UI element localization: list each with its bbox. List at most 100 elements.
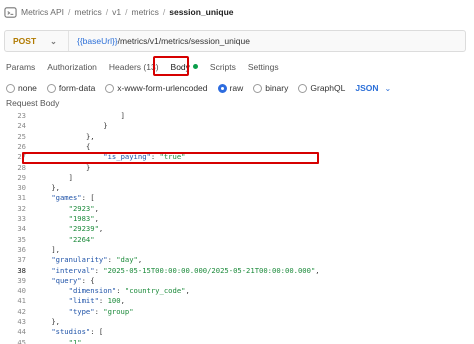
line-number: 26 xyxy=(17,141,26,151)
line-number: 45 xyxy=(17,337,26,344)
code-text: "studios": [ xyxy=(51,327,104,337)
line-number: 30 xyxy=(17,183,26,193)
code-text: "limit": 100, xyxy=(68,296,125,306)
url-input[interactable]: {{baseUrl}}/metrics/v1/metrics/session_u… xyxy=(69,36,250,46)
code-text: "1", xyxy=(68,337,86,344)
code-line: 36], xyxy=(0,245,474,255)
code-text: "interval": "2025-05-15T00:00:00.000/202… xyxy=(51,265,320,275)
tab-authorization[interactable]: Authorization xyxy=(47,62,97,72)
breadcrumb-item-metrics-api[interactable]: Metrics API xyxy=(21,7,64,17)
code-text: "query": { xyxy=(51,275,95,285)
radio-circle-icon xyxy=(253,83,263,93)
line-number: 24 xyxy=(17,121,26,131)
breadcrumb-separator: / xyxy=(67,7,71,17)
code-editor[interactable]: 23] 24} 25}, 26{27 "is_paying": "true" 28} 29]… xyxy=(0,110,474,344)
tab-params[interactable]: Params xyxy=(6,62,35,72)
breadcrumb-item-metrics-folder[interactable]: metrics xyxy=(131,7,158,17)
code-text: "1983", xyxy=(68,214,99,223)
code-text: "games": [ xyxy=(51,193,95,203)
api-collection-icon xyxy=(4,6,17,18)
code-line: 34 "29239", xyxy=(0,224,474,234)
code-text: "29239", xyxy=(68,224,104,234)
line-number: 35 xyxy=(17,234,26,244)
radio-raw[interactable]: raw xyxy=(217,83,244,93)
url-path: /metrics/v1/metrics/session_unique xyxy=(117,36,250,46)
format-select[interactable]: JSON ⌄ xyxy=(355,83,391,93)
line-number: 34 xyxy=(17,224,26,234)
modified-dot-icon xyxy=(192,64,198,69)
breadcrumb-item-metrics[interactable]: metrics xyxy=(74,7,101,17)
chevron-down-icon: ⌄ xyxy=(50,36,57,46)
radio-graphql[interactable]: GraphQL xyxy=(298,83,345,93)
radio-none-label: none xyxy=(18,83,37,93)
code-text: } xyxy=(85,162,91,172)
tab-scripts[interactable]: Scripts xyxy=(210,62,236,72)
radio-form-data[interactable]: form-data xyxy=(46,83,96,93)
breadcrumb-item-v1[interactable]: v1 xyxy=(112,7,121,17)
code-line: 45 "1", xyxy=(0,338,474,344)
radio-none[interactable]: none xyxy=(6,83,37,93)
radio-circle-icon xyxy=(46,83,56,93)
line-number: 39 xyxy=(17,275,26,285)
code-text: } xyxy=(103,121,108,131)
code-text: "granularity": "day", xyxy=(51,255,143,265)
body-tab-highlight-box xyxy=(153,56,189,76)
code-line: 44 "studios": [ xyxy=(0,327,474,337)
breadcrumb-current: session_unique xyxy=(169,7,234,17)
code-line: 23] xyxy=(0,111,474,121)
radio-circle-icon xyxy=(298,83,308,93)
radio-raw-label: raw xyxy=(229,83,244,93)
tab-settings[interactable]: Settings xyxy=(248,62,279,72)
code-line: 39 "query": { xyxy=(0,276,474,286)
line-number: 23 xyxy=(17,111,26,120)
line-number: 31 xyxy=(17,193,26,203)
tab-headers[interactable]: Headers (13) xyxy=(109,62,159,72)
radio-selected-icon xyxy=(217,83,227,93)
line-number: 28 xyxy=(17,162,26,172)
radio-binary[interactable]: binary xyxy=(253,83,288,93)
code-line: 33 "1983", xyxy=(0,214,474,224)
radio-urlencoded[interactable]: x-www-form-urlencoded xyxy=(105,83,208,93)
radio-binary-label: binary xyxy=(265,83,289,93)
code-text: "dimension": "country_code", xyxy=(68,286,190,296)
code-line: 42 "type": "group" xyxy=(0,307,474,317)
radio-form-data-label: form-data xyxy=(58,83,96,93)
radio-graphql-label: GraphQL xyxy=(310,83,346,93)
chevron-down-icon: ⌄ xyxy=(384,83,392,93)
code-line: 41 "limit": 100, xyxy=(0,296,474,306)
breadcrumb-separator: / xyxy=(105,7,109,17)
code-text: ], xyxy=(51,244,60,254)
method-select[interactable]: POST ⌄ xyxy=(5,31,69,51)
request-tabs: Params Authorization Headers (13) Body S… xyxy=(0,58,474,76)
code-text: }, xyxy=(85,131,95,141)
line-number: 40 xyxy=(17,286,26,296)
line-number: 44 xyxy=(17,327,26,337)
code-line: 30}, xyxy=(0,183,474,193)
line-number: 42 xyxy=(17,306,26,316)
code-line: 29] xyxy=(0,173,474,183)
request-body-label: Request Body xyxy=(6,98,60,108)
code-line: 38 "interval": "2025-05-15T00:00:00.000/2… xyxy=(0,266,474,276)
interval-line-highlight-box xyxy=(22,152,319,164)
code-line: 40 "dimension": "country_code", xyxy=(0,286,474,296)
line-number: 29 xyxy=(17,172,26,182)
line-number: 37 xyxy=(17,255,26,265)
code-line: 24} xyxy=(0,121,474,131)
line-number: 33 xyxy=(17,214,26,223)
code-text: }, xyxy=(51,183,60,193)
url-variable: {{baseUrl}} xyxy=(77,36,118,46)
code-line: 26 { xyxy=(0,142,474,152)
code-line: 31 "games": [ xyxy=(0,193,474,203)
code-line: 25}, xyxy=(0,132,474,142)
code-text: ] xyxy=(68,172,73,182)
code-text: { xyxy=(85,141,91,151)
breadcrumb: Metrics API / metrics / v1 / metrics / s… xyxy=(0,0,474,24)
radio-circle-icon xyxy=(105,83,115,93)
format-label: JSON xyxy=(355,83,379,93)
body-type-selector: none form-data x-www-form-urlencoded raw… xyxy=(6,82,391,94)
radio-urlencoded-label: x-www-form-urlencoded xyxy=(117,83,208,93)
breadcrumb-separator: / xyxy=(162,7,166,17)
request-url-bar: POST ⌄ {{baseUrl}}/metrics/v1/metrics/se… xyxy=(4,30,466,52)
code-text: "2923", xyxy=(68,203,99,213)
code-text: }, xyxy=(51,317,60,326)
